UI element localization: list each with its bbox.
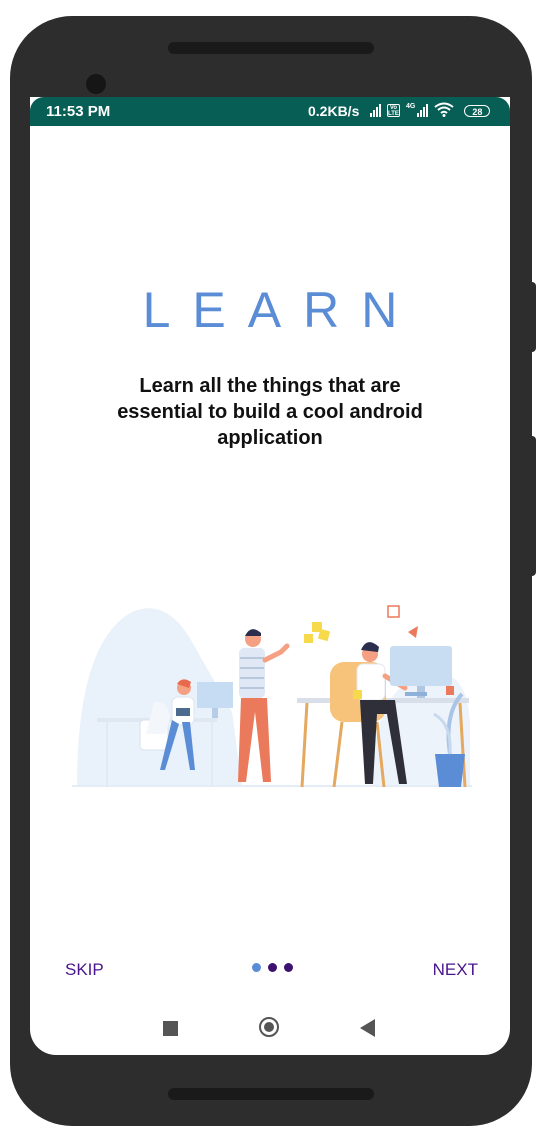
bottom-speaker [168, 1088, 374, 1100]
back-triangle-icon[interactable] [360, 1019, 375, 1037]
team-working-illustration [72, 605, 472, 788]
page-indicator [252, 963, 293, 972]
page-dot-2[interactable] [268, 963, 277, 972]
signal-4g-icon [417, 103, 429, 117]
status-icons: Vo LTE 4G 28 [370, 102, 491, 117]
volte-icon: Vo LTE [387, 104, 400, 117]
home-circle-icon[interactable] [259, 1017, 279, 1037]
volume-button [530, 436, 536, 576]
status-bar: 11:53 PM 0.2KB/s Vo LTE 4G 28 [30, 97, 510, 126]
page-dot-3[interactable] [284, 963, 293, 972]
system-nav-bar [30, 1007, 510, 1055]
skip-button[interactable]: SKIP [65, 960, 104, 980]
wifi-icon [434, 102, 454, 117]
page-dot-1[interactable] [252, 963, 261, 972]
front-camera [86, 74, 106, 94]
phone-screen: 11:53 PM 0.2KB/s Vo LTE 4G 28 LEARN Lear… [30, 97, 510, 1055]
network-speed: 0.2KB/s [308, 103, 360, 119]
power-button [530, 282, 536, 352]
recents-square-icon[interactable] [163, 1021, 178, 1036]
battery-icon: 28 [464, 105, 491, 117]
next-button[interactable]: NEXT [433, 960, 478, 980]
onboarding-title: LEARN [142, 282, 420, 338]
onboarding-description: Learn all the things that are essential … [117, 375, 423, 449]
status-time: 11:53 PM [46, 103, 111, 120]
top-speaker [168, 42, 374, 54]
signal-icon [370, 103, 381, 117]
network-type-label: 4G [406, 103, 416, 110]
